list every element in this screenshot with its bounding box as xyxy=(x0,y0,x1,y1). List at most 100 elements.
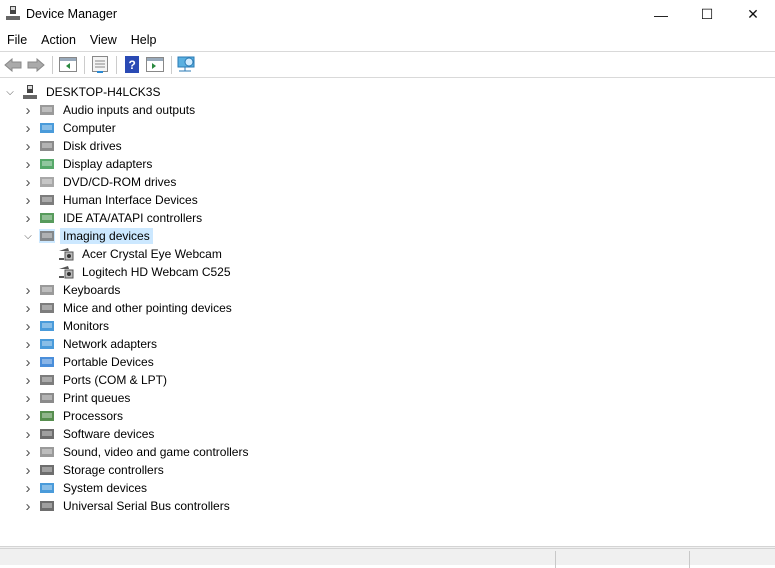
tree-item-label: Ports (COM & LPT) xyxy=(63,373,168,387)
tree-item[interactable]: › Portable Devices xyxy=(22,353,157,371)
tree-item[interactable]: › Ports (COM & LPT) xyxy=(22,371,170,389)
chevron-right-icon[interactable]: › xyxy=(22,353,34,371)
chevron-right-icon[interactable]: › xyxy=(22,407,34,425)
chevron-right-icon[interactable]: › xyxy=(22,119,34,137)
storage-controller-icon xyxy=(39,463,55,477)
show-hide-console-tree-icon[interactable] xyxy=(57,55,79,75)
tree-root-label: DESKTOP-H4LCK3S xyxy=(46,85,161,99)
toolbar-separator xyxy=(116,55,117,74)
device-manager-icon xyxy=(6,6,20,20)
printer-icon xyxy=(39,391,55,405)
menu-file[interactable]: File xyxy=(0,30,34,50)
scan-hardware-icon[interactable] xyxy=(176,55,198,75)
menu-bar: File Action View Help xyxy=(0,30,775,50)
tree-item[interactable]: › Network adapters xyxy=(22,335,160,353)
chevron-right-icon[interactable]: › xyxy=(22,281,34,299)
tree-subitem[interactable]: Acer Crystal Eye Webcam xyxy=(58,245,225,263)
tree-item[interactable]: › Disk drives xyxy=(22,137,125,155)
back-icon[interactable] xyxy=(2,55,24,75)
chevron-right-icon[interactable]: › xyxy=(22,443,34,461)
help-icon[interactable]: ? xyxy=(121,55,143,75)
chevron-right-icon[interactable]: › xyxy=(22,191,34,209)
chevron-right-icon[interactable]: › xyxy=(22,317,34,335)
tree-item[interactable]: › IDE ATA/ATAPI controllers xyxy=(22,209,205,227)
tree-item-label: Portable Devices xyxy=(63,355,154,369)
tree-item[interactable]: › Audio inputs and outputs xyxy=(22,101,198,119)
port-icon xyxy=(39,373,55,387)
chevron-right-icon[interactable]: › xyxy=(22,479,34,497)
tree-item[interactable]: › Monitors xyxy=(22,317,112,335)
chevron-right-icon[interactable]: › xyxy=(22,335,34,353)
mouse-icon xyxy=(39,301,55,315)
camera-icon xyxy=(39,229,55,243)
chevron-right-icon[interactable]: › xyxy=(22,461,34,479)
tree-item[interactable]: › Print queues xyxy=(22,389,133,407)
tree-item-label: Keyboards xyxy=(63,283,121,297)
computer-root-icon xyxy=(22,84,38,99)
tree-item[interactable]: ⌵ Imaging devices xyxy=(22,227,153,245)
chevron-right-icon[interactable]: › xyxy=(22,497,34,515)
tree-item-label: Display adapters xyxy=(63,157,153,171)
tree-item[interactable]: › DVD/CD-ROM drives xyxy=(22,173,179,191)
usb-icon xyxy=(39,499,55,513)
tree-item-label: Storage controllers xyxy=(63,463,164,477)
chevron-right-icon[interactable]: › xyxy=(22,389,34,407)
tree-item[interactable]: › Human Interface Devices xyxy=(22,191,201,209)
close-button[interactable]: ✕ xyxy=(730,0,775,29)
chevron-right-icon[interactable]: › xyxy=(22,173,34,191)
system-device-icon xyxy=(39,481,55,495)
status-divider xyxy=(555,551,556,568)
tree-item-label: Universal Serial Bus controllers xyxy=(63,499,230,513)
keyboard-icon xyxy=(39,283,55,297)
properties-icon[interactable] xyxy=(89,55,111,75)
menu-action[interactable]: Action xyxy=(34,30,83,50)
tree-item[interactable]: › Mice and other pointing devices xyxy=(22,299,235,317)
tree-item-label: Sound, video and game controllers xyxy=(63,445,249,459)
chevron-right-icon[interactable]: › xyxy=(22,155,34,173)
chevron-down-icon[interactable]: ⌵ xyxy=(4,83,16,101)
device-tree[interactable]: ⌵ DESKTOP-H4LCK3S › Audio inputs and outp… xyxy=(0,82,775,542)
action-pane-icon[interactable] xyxy=(144,55,166,75)
tree-item[interactable]: › Display adapters xyxy=(22,155,155,173)
chevron-right-icon[interactable]: › xyxy=(22,137,34,155)
tree-item-label: Software devices xyxy=(63,427,155,441)
tree-item[interactable]: › Keyboards xyxy=(22,281,123,299)
menu-help[interactable]: Help xyxy=(124,30,164,50)
tree-subitem[interactable]: Logitech HD Webcam C525 xyxy=(58,263,234,281)
tree-item-label: Monitors xyxy=(63,319,110,333)
tree-item[interactable]: › System devices xyxy=(22,479,150,497)
tree-item-label: Disk drives xyxy=(63,139,122,153)
tree-item-label: IDE ATA/ATAPI controllers xyxy=(63,211,203,225)
chevron-right-icon[interactable]: › xyxy=(22,425,34,443)
tree-item-label: Computer xyxy=(63,121,116,135)
chevron-right-icon[interactable]: › xyxy=(22,209,34,227)
forward-icon[interactable] xyxy=(25,55,47,75)
tree-item-label: Print queues xyxy=(63,391,131,405)
speaker-icon xyxy=(39,103,55,117)
tree-root[interactable]: ⌵ DESKTOP-H4LCK3S xyxy=(4,83,164,101)
tree-item[interactable]: › Sound, video and game controllers xyxy=(22,443,251,461)
chevron-right-icon[interactable]: › xyxy=(22,371,34,389)
tree-item[interactable]: › Computer xyxy=(22,119,119,137)
tree-item[interactable]: › Processors xyxy=(22,407,126,425)
tree-item[interactable]: › Universal Serial Bus controllers xyxy=(22,497,233,515)
tree-item[interactable]: › Software devices xyxy=(22,425,157,443)
maximize-button[interactable]: ☐ xyxy=(684,0,730,29)
chevron-right-icon[interactable]: › xyxy=(22,299,34,317)
tree-subitem-label: Logitech HD Webcam C525 xyxy=(82,265,231,279)
chevron-down-icon[interactable]: ⌵ xyxy=(22,227,34,245)
menu-view[interactable]: View xyxy=(83,30,124,50)
disk-icon xyxy=(39,139,55,153)
toolbar-separator xyxy=(52,55,53,74)
tree-item-label: Imaging devices xyxy=(60,228,153,244)
minimize-button[interactable]: — xyxy=(638,0,684,29)
software-device-icon xyxy=(39,427,55,441)
tree-item[interactable]: › Storage controllers xyxy=(22,461,167,479)
chevron-right-icon[interactable]: › xyxy=(22,101,34,119)
portable-device-icon xyxy=(39,355,55,369)
tree-subitem-label: Acer Crystal Eye Webcam xyxy=(82,247,222,261)
dvd-icon xyxy=(39,175,55,189)
window-title: Device Manager xyxy=(26,7,118,21)
processor-icon xyxy=(39,409,55,423)
tree-item-label: Processors xyxy=(63,409,124,423)
